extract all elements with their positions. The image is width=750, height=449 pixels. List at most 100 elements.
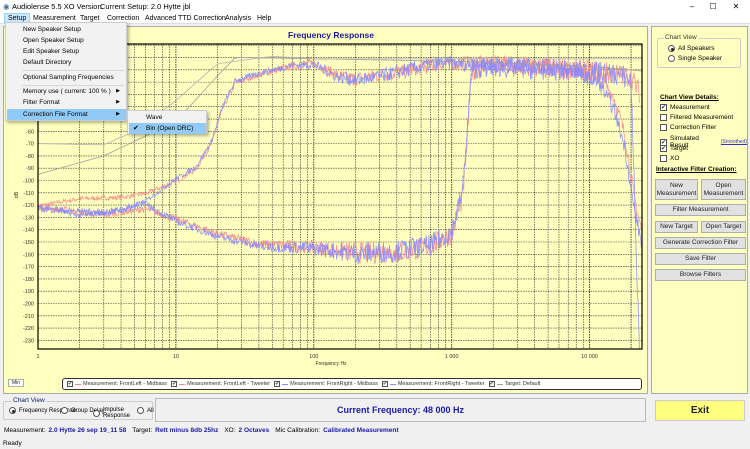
y-tick-label: -110 (23, 191, 34, 197)
y-tick-label: -160 (23, 252, 34, 258)
x-tick-label: 1 000 (445, 354, 459, 360)
xo-value: 2 Octaves (238, 427, 270, 434)
menu-item-new-speaker-setup[interactable]: New Speaker Setup (7, 24, 126, 35)
y-tick-label: -190 (23, 289, 34, 295)
min-button[interactable]: Min (8, 379, 24, 387)
title-bar: ◉ Audiolense 5.5 XO Version. Current Set… (0, 0, 750, 13)
y-tick-label: -100 (23, 179, 34, 185)
setup-dropdown-menu: New Speaker Setup Open Speaker Setup Edi… (5, 22, 127, 121)
open-target-button[interactable]: Open Target (701, 221, 746, 233)
legend-label: Target: Default (504, 381, 541, 387)
menu-item-bin-open-drc[interactable]: ✔ Bin (Open DRC) (129, 123, 206, 134)
legend-item[interactable]: ✔ Target: Default (488, 381, 541, 387)
browse-filters-button[interactable]: Browse Filters (655, 269, 746, 281)
new-target-button[interactable]: New Target (655, 221, 698, 233)
submenu-arrow-icon: ▶ (116, 111, 120, 117)
submenu-arrow-icon: ▶ (116, 88, 120, 94)
measurement-value: 2.0 Hytte 26 sep 19_11 58 (48, 427, 127, 434)
menu-item-filter-format[interactable]: Filter Format ▶ (7, 97, 126, 108)
legend-checkbox[interactable]: ✔ (171, 381, 178, 387)
exit-button[interactable]: Exit (655, 400, 745, 421)
menu-item-wave[interactable]: Wave (129, 112, 206, 123)
radio-all[interactable]: All (137, 407, 154, 414)
legend-checkbox[interactable]: ✔ (488, 381, 495, 387)
check-icon: ✔ (133, 125, 139, 132)
app-icon: ◉ (3, 2, 10, 11)
target-value: Rett minus 8db 25hz (155, 427, 219, 434)
menu-item-default-directory[interactable]: Default Directory (7, 57, 126, 68)
menu-help[interactable]: Help (254, 13, 274, 24)
legend-item[interactable]: ✔ Measurement: FrontRight - Midbass (274, 381, 378, 387)
status-info: Measurement: 2.0 Hytte 26 sep 19_11 58 T… (4, 427, 399, 434)
legend-swatch (75, 383, 81, 385)
y-tick-label: -220 (23, 326, 34, 332)
correction-file-format-submenu: Wave ✔ Bin (Open DRC) (127, 110, 207, 134)
menu-separator (22, 70, 124, 71)
interactive-filter-heading: Interactive Filter Creation: (656, 166, 737, 173)
y-tick-label: -90 (26, 166, 34, 172)
x-tick-label: 100 (309, 354, 318, 360)
legend-checkbox[interactable]: ✔ (67, 381, 73, 387)
y-tick-label: -230 (23, 338, 34, 344)
menu-item-edit-speaker-setup[interactable]: Edit Speaker Setup (7, 46, 126, 57)
menu-item-open-speaker-setup[interactable]: Open Speaker Setup (7, 35, 126, 46)
menu-item-optional-sampling-frequencies[interactable]: Optional Sampling Frequencies (7, 72, 126, 83)
chart-view-details-heading: Chart View Details: (660, 94, 719, 101)
legend-label: Measurement: FrontRight - Tweeter (397, 381, 485, 387)
y-tick-label: -60 (26, 129, 34, 135)
open-measurement-button[interactable]: Open Measurement (701, 179, 746, 200)
legend-swatch (496, 383, 503, 385)
y-tick-label: -180 (23, 277, 34, 283)
current-frequency: Current Frequency: 48 000 Hz (155, 398, 646, 422)
x-tick-label: 10 (173, 354, 179, 360)
y-tick-label: -120 (23, 203, 34, 209)
legend-label: Measurement: FrontLeft - Midbass (83, 381, 168, 387)
checkbox-target[interactable]: ✔ Target (660, 145, 688, 152)
legend-item[interactable]: ✔ Measurement: FrontLeft - Tweeter (171, 381, 270, 387)
radio-single-speaker[interactable]: Single Speaker (668, 55, 722, 62)
chart-legend: ✔ Measurement: FrontLeft - Midbass ✔ Measu… (62, 378, 642, 390)
chart-view-group: Chart View All Speakers Single Speaker (657, 34, 741, 68)
app-title: Audiolense 5.5 XO Version. (12, 2, 104, 11)
legend-label: Measurement: FrontRight - Midbass (290, 381, 378, 387)
generate-correction-filter-button[interactable]: Generate Correction Filter (655, 237, 746, 249)
checkbox-xo[interactable]: XO (660, 155, 679, 162)
legend-item[interactable]: ✔ Measurement: FrontLeft - Midbass (67, 381, 167, 387)
legend-checkbox[interactable]: ✔ (381, 381, 388, 387)
save-filter-button[interactable]: Save Filter (655, 253, 746, 265)
checkbox-correction-filter[interactable]: Correction Filter (660, 124, 716, 131)
right-panel: Chart View All Speakers Single Speaker C… (651, 26, 748, 394)
menu-analysis[interactable]: Analysis (222, 13, 254, 24)
mic-value: Calibrated Measurement (323, 427, 399, 434)
measurement-label: Measurement: (4, 427, 46, 434)
y-tick-label: -130 (23, 215, 34, 221)
chart-title: Frequency Response (288, 30, 374, 40)
legend-label: Measurement: FrontLeft - Tweeter (187, 381, 271, 387)
legend-checkbox[interactable]: ✔ (274, 381, 281, 387)
x-axis-label: Frequency Hz (315, 361, 347, 367)
y-tick-label: -170 (23, 265, 34, 271)
y-tick-label: -200 (23, 301, 34, 307)
checkbox-filtered-measurement[interactable]: Filtered Measurement (660, 114, 733, 121)
menu-item-memory-use[interactable]: Memory use ( current: 100 % ) ▶ (7, 86, 126, 97)
x-tick-label: 10 000 (581, 354, 598, 360)
bottom-chart-view-group: Chart View Frequency Response Group Dela… (3, 397, 154, 420)
minimize-button[interactable]: – (682, 1, 702, 12)
smoothed-link[interactable]: (Smoothed) (721, 139, 747, 145)
maximize-button[interactable]: ☐ (703, 1, 723, 12)
target-label: Target: (132, 427, 153, 434)
mic-label: Mic Calibration: (275, 427, 321, 434)
close-button[interactable]: ✕ (726, 1, 746, 12)
y-axis-label: dB (14, 191, 20, 198)
y-tick-label: -80 (26, 154, 34, 160)
status-ready: Ready (3, 440, 22, 447)
new-measurement-button[interactable]: New Measurement (655, 179, 698, 200)
submenu-arrow-icon: ▶ (116, 99, 120, 105)
menu-item-correction-file-format[interactable]: Correction File Format ▶ (7, 109, 126, 120)
filter-measurement-button[interactable]: Filter Measurement (655, 204, 746, 216)
legend-item[interactable]: ✔ Measurement: FrontRight - Tweeter (381, 381, 485, 387)
y-tick-label: -70 (26, 142, 34, 148)
menu-advanced-ttd-correction[interactable]: Advanced TTD Correction (142, 13, 229, 24)
radio-all-speakers[interactable]: All Speakers (668, 45, 715, 52)
checkbox-measurement[interactable]: ✔ Measurement (660, 104, 710, 111)
